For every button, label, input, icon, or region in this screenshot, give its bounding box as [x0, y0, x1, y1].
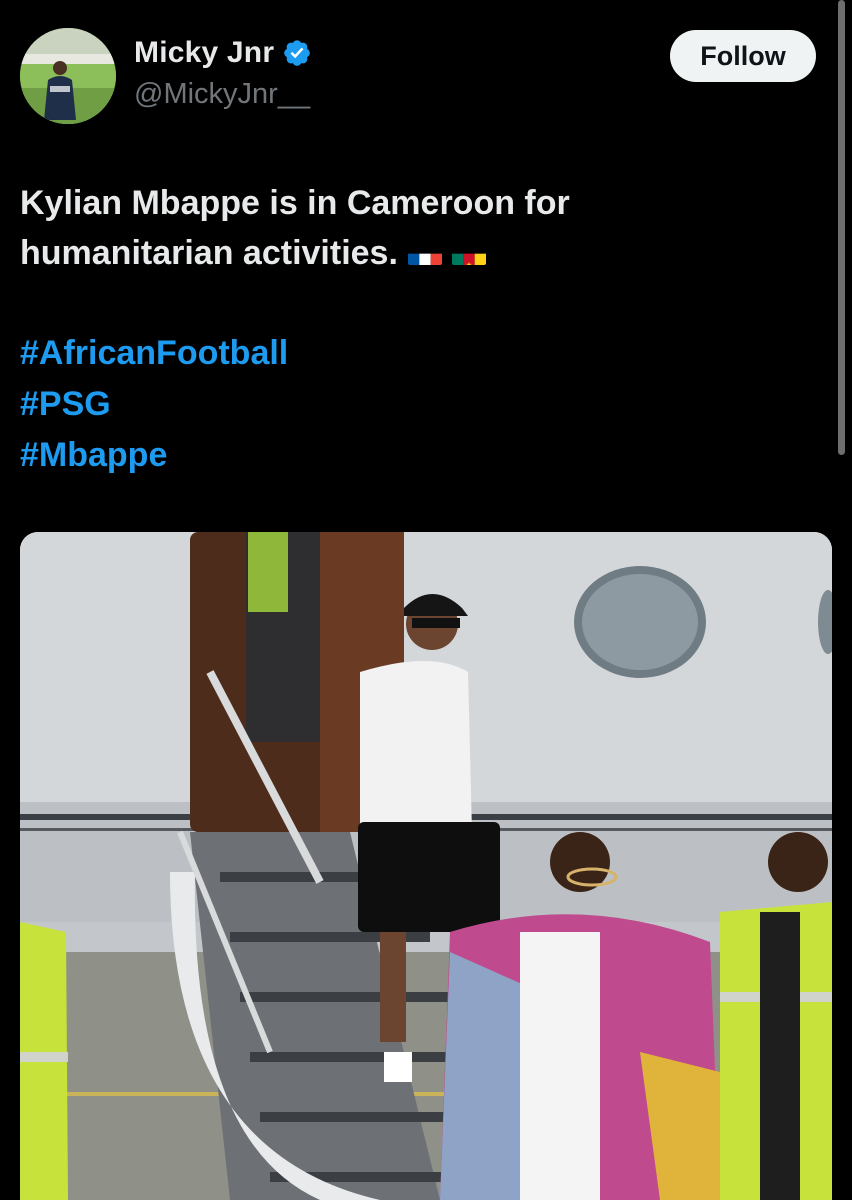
- follow-button[interactable]: Follow: [670, 30, 816, 82]
- scrollbar[interactable]: [838, 0, 845, 455]
- flag-cameroon-icon: [451, 241, 486, 265]
- hashtag-mbappe[interactable]: #Mbappe: [20, 430, 288, 481]
- tweet-media-photo[interactable]: [20, 532, 832, 1200]
- tweet-text-line-1: Kylian Mbappe is in Cameroon for: [20, 178, 810, 228]
- hashtag-psg[interactable]: #PSG: [20, 379, 288, 430]
- display-name[interactable]: Micky Jnr: [134, 36, 274, 70]
- avatar[interactable]: [20, 28, 116, 124]
- flag-france-icon: [407, 241, 442, 265]
- photo-icon: [20, 532, 832, 1200]
- tweet-text-line-2: humanitarian activities.: [20, 228, 810, 278]
- hashtag-african-football[interactable]: #AfricanFootball: [20, 328, 288, 379]
- tweet-text-line-2-content: humanitarian activities.: [20, 234, 398, 272]
- avatar-photo-icon: [20, 28, 116, 124]
- author-name-row: Micky Jnr: [134, 36, 312, 70]
- hashtag-list: #AfricanFootball #PSG #Mbappe: [20, 328, 288, 481]
- tweet-text: Kylian Mbappe is in Cameroon for humanit…: [20, 178, 810, 278]
- verified-badge-icon: [282, 38, 312, 68]
- tweet-header: Micky Jnr @MickyJnr__ Follow: [0, 0, 852, 140]
- author-handle[interactable]: @MickyJnr__: [134, 78, 310, 111]
- tweet-text-line-1-content: Kylian Mbappe is in Cameroon for: [20, 184, 570, 222]
